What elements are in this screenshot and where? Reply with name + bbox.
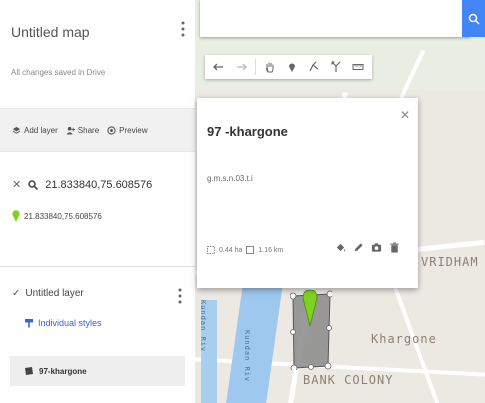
redo-button[interactable] xyxy=(231,57,251,77)
save-status: All changes saved in Drive xyxy=(11,68,106,77)
more-options-icon[interactable] xyxy=(179,20,187,38)
search-icon xyxy=(28,179,39,190)
preview-label: Preview xyxy=(119,125,148,135)
close-card-icon[interactable]: ✕ xyxy=(400,108,410,122)
feature-info-card: 97 -khargone ✕ g.m.s.n.03.t.i 0.44 ha 1.… xyxy=(197,98,418,288)
delete-trash-icon[interactable] xyxy=(389,242,400,253)
paint-roller-icon xyxy=(25,319,33,328)
style-paint-bucket-icon[interactable] xyxy=(335,242,346,253)
draw-line-button[interactable] xyxy=(304,57,324,77)
measure-button[interactable] xyxy=(348,57,368,77)
map-label-khargone: Khargone xyxy=(371,332,437,346)
feature-name: 97-khargone xyxy=(39,366,87,376)
search-result-item[interactable]: 21.833840,75.608576 xyxy=(12,210,102,222)
search-result-text: 21.833840,75.608576 xyxy=(24,211,102,221)
layer-header[interactable]: ✓ Untitled layer xyxy=(12,288,84,299)
add-marker-button[interactable] xyxy=(282,57,302,77)
feature-area: 0.44 ha xyxy=(219,246,243,254)
individual-styles-label: Individual styles xyxy=(38,318,102,328)
redo-icon xyxy=(237,63,247,71)
layer-checkbox-icon[interactable]: ✓ xyxy=(12,288,20,299)
map-title[interactable]: Untitled map xyxy=(11,24,90,40)
search-query-row: ✕ 21.833840,75.608576 xyxy=(12,178,153,192)
feature-title[interactable]: 97 -khargone xyxy=(207,124,288,139)
map-label-river: Kundan Riv xyxy=(243,330,251,383)
search-icon xyxy=(468,13,480,25)
map-search-box[interactable] xyxy=(200,0,470,37)
ruler-icon xyxy=(352,64,364,70)
layer-name[interactable]: Untitled layer xyxy=(25,288,83,299)
clear-search-icon[interactable]: ✕ xyxy=(12,178,21,191)
map-actions-bar: Add layer Share Preview xyxy=(0,108,195,152)
green-pin-icon xyxy=(12,210,20,222)
directions-icon xyxy=(331,61,341,72)
edit-pencil-icon[interactable] xyxy=(353,242,364,253)
map-sidebar: Untitled map All changes saved in Drive … xyxy=(0,0,195,403)
add-photo-icon[interactable] xyxy=(371,242,382,253)
select-tool-button[interactable] xyxy=(260,57,280,77)
share-button[interactable]: Share xyxy=(66,126,99,135)
layer-feature-item[interactable]: 97-khargone xyxy=(10,356,185,386)
card-actions xyxy=(335,242,400,253)
map-label-river-secondary: Kundan Riv xyxy=(199,300,207,353)
add-layer-label: Add layer xyxy=(24,125,58,135)
map-label-vridham: VRIDHAM xyxy=(421,255,479,269)
preview-button[interactable]: Preview xyxy=(107,125,148,135)
add-layer-icon xyxy=(12,126,21,134)
toolbar-divider xyxy=(255,59,256,75)
feature-description[interactable]: g.m.s.n.03.t.i xyxy=(207,174,253,183)
polygon-icon xyxy=(25,367,33,375)
map-toolbar xyxy=(205,55,372,79)
directions-button[interactable] xyxy=(326,57,346,77)
draw-line-icon xyxy=(309,61,319,72)
map-label-bank-colony: BANK COLONY xyxy=(303,373,394,387)
section-divider xyxy=(0,266,195,267)
perimeter-icon xyxy=(246,246,255,254)
hand-icon xyxy=(266,62,274,73)
search-button[interactable] xyxy=(462,0,485,37)
undo-icon xyxy=(213,63,223,71)
layer-options-icon[interactable] xyxy=(176,287,184,305)
feature-perimeter: 1.16 km xyxy=(258,246,284,254)
individual-styles-link[interactable]: Individual styles xyxy=(24,318,102,328)
area-icon xyxy=(207,246,215,254)
add-layer-button[interactable]: Add layer xyxy=(12,126,58,135)
polygon-shape[interactable] xyxy=(290,288,332,370)
share-label: Share xyxy=(77,125,100,135)
map-river xyxy=(225,270,285,403)
share-icon xyxy=(66,126,75,135)
feature-measurements: 0.44 ha 1.16 km xyxy=(207,246,283,254)
search-query-text: 21.833840,75.608576 xyxy=(45,178,153,191)
undo-button[interactable] xyxy=(209,57,229,77)
preview-icon xyxy=(107,125,116,135)
marker-icon xyxy=(289,63,295,72)
